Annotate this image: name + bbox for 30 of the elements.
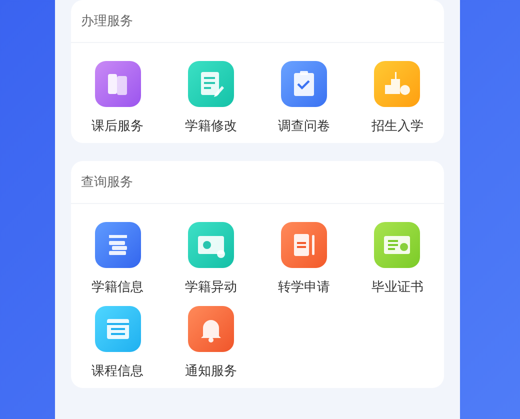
service-label: 学籍修改 [184, 118, 237, 135]
bell-icon [188, 306, 234, 352]
service-item[interactable]: 学籍修改 [164, 61, 258, 135]
service-label: 调查问卷 [278, 118, 330, 135]
service-item[interactable]: 招生入学 [350, 61, 444, 135]
service-label: 学籍异动 [184, 279, 237, 296]
service-label: 招生入学 [371, 118, 424, 135]
service-label: 学籍信息 [92, 279, 144, 296]
clipboard-check-icon [281, 61, 328, 107]
service-item[interactable]: 转学申请 [258, 222, 351, 296]
service-item[interactable]: 毕业证书 [350, 222, 444, 296]
calendar-list-icon [94, 306, 141, 352]
service-label: 转学申请 [278, 279, 330, 296]
service-label: 课程信息 [92, 363, 144, 380]
transfer-document-icon [281, 222, 328, 268]
service-item[interactable]: 课程信息 [71, 306, 164, 380]
document-pencil-icon [188, 61, 234, 107]
section-title: 查询服务 [81, 174, 133, 191]
service-label: 毕业证书 [371, 279, 424, 296]
service-item[interactable]: 课后服务 [71, 61, 164, 135]
service-label: 通知服务 [184, 363, 237, 380]
service-item[interactable]: 学籍异动 [164, 222, 258, 296]
service-item[interactable]: 调查问卷 [258, 61, 351, 135]
section-title: 办理服务 [81, 13, 133, 30]
service-item[interactable]: 通知服务 [164, 306, 258, 380]
certificate-icon [374, 222, 420, 268]
id-card-icon [188, 222, 234, 268]
books-icon [94, 61, 141, 107]
service-item[interactable]: 学籍信息 [71, 222, 164, 296]
service-label: 课后服务 [92, 118, 144, 135]
